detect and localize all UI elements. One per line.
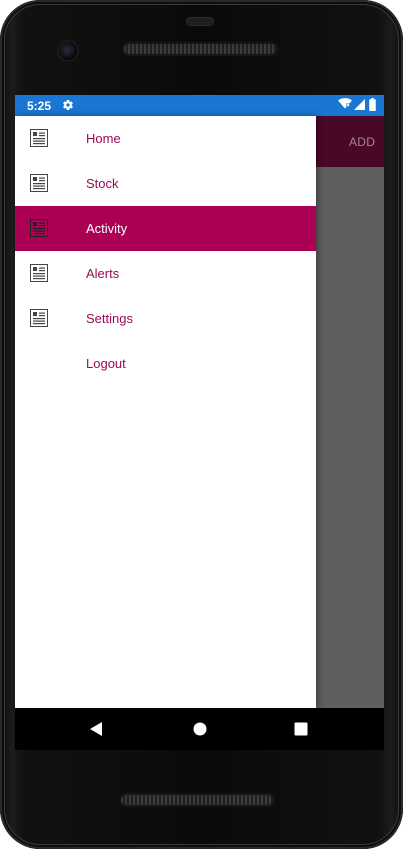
drawer-item-label: Activity [86,221,128,236]
list-icon [30,219,48,237]
earpiece-speaker [124,44,276,54]
drawer-item-label: Settings [86,311,133,326]
device-screen: 5:25 ADD Home Stock Activity Alerts Sett… [15,95,384,750]
drawer-item-label: Alerts [86,266,120,281]
back-icon[interactable] [89,721,103,742]
list-icon [30,309,48,327]
proximity-sensor [186,17,214,26]
system-navigation-bar [15,708,384,750]
home-icon[interactable] [193,721,207,742]
status-icons [336,97,376,114]
drawer-item-stock[interactable]: Stock [15,161,316,206]
list-icon [30,129,48,147]
drawer-item-label: Logout [86,356,126,371]
phone-frame: 5:25 ADD Home Stock Activity Alerts Sett… [0,0,403,849]
battery-icon [369,97,376,114]
status-time: 5:25 [27,99,52,113]
gear-icon [62,99,74,111]
status-bar: 5:25 [15,95,384,116]
drawer-item-settings[interactable]: Settings [15,296,316,341]
bottom-speaker [121,795,273,805]
drawer-item-activity[interactable]: Activity [15,206,316,251]
list-icon [30,174,48,192]
drawer-item-label: Home [86,131,121,146]
list-icon [30,264,48,282]
navigation-drawer: Home Stock Activity Alerts Settings Logo… [15,116,316,708]
signal-icon [354,98,365,113]
front-camera [59,42,77,60]
drawer-item-logout[interactable]: Logout [15,341,316,386]
drawer-item-label: Stock [86,176,119,191]
drawer-item-home[interactable]: Home [15,116,316,161]
recents-icon[interactable] [294,721,308,742]
add-button[interactable]: ADD [349,135,375,149]
wifi-icon [338,98,352,113]
drawer-item-alerts[interactable]: Alerts [15,251,316,296]
